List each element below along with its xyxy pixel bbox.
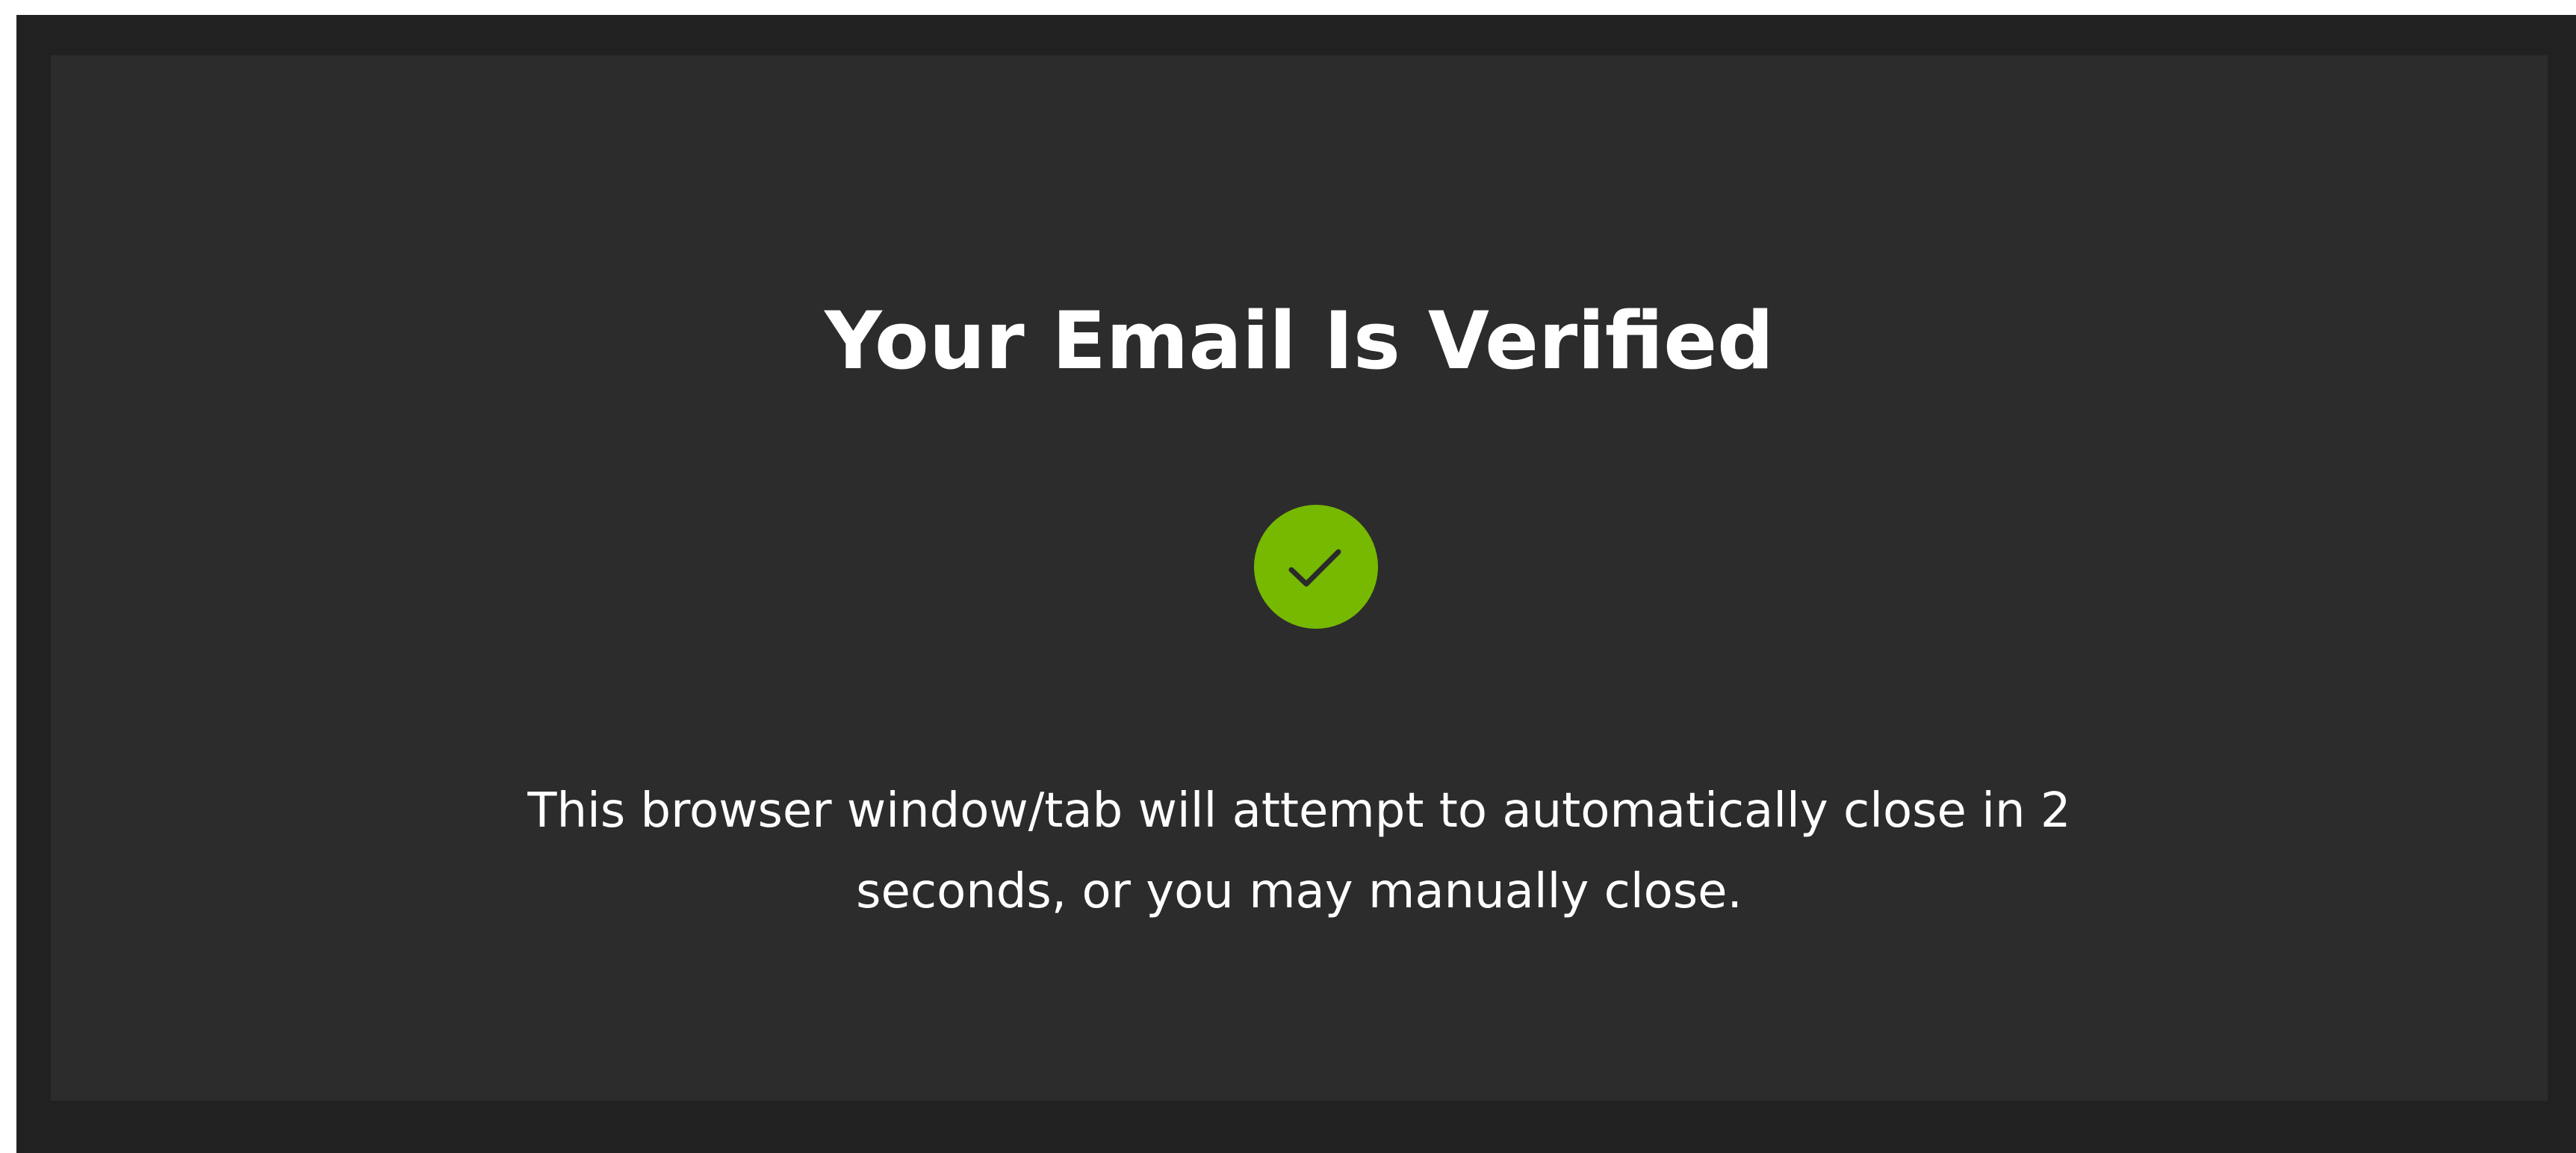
auto-close-message: This browser window/tab will attempt to … — [527, 783, 2071, 919]
success-badge — [1254, 505, 1378, 629]
verification-card: Your Email Is Verified This browser wind… — [51, 55, 2548, 1101]
page-title: Your Email Is Verified — [825, 295, 1774, 387]
page-backdrop: Your Email Is Verified This browser wind… — [16, 15, 2576, 1153]
checkmark-icon — [1288, 549, 1341, 587]
